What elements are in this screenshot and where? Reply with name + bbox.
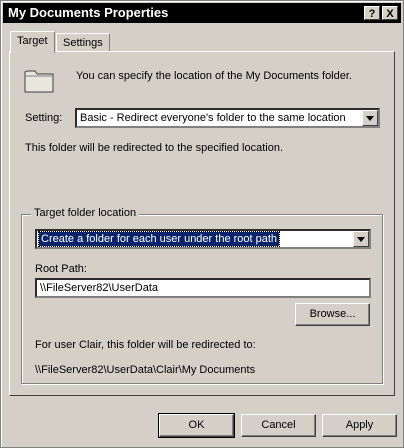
window-title: My Documents Properties: [8, 5, 169, 20]
target-option-dropdown[interactable]: Create a folder for each user under the …: [35, 229, 371, 249]
tab-target[interactable]: Target: [10, 31, 55, 53]
folder-icon: [24, 70, 54, 93]
target-option-value: Create a folder for each user under the …: [37, 231, 281, 247]
close-button[interactable]: X: [382, 6, 398, 20]
chevron-down-icon[interactable]: [353, 231, 369, 247]
setting-dropdown[interactable]: Basic - Redirect everyone's folder to th…: [75, 108, 380, 128]
help-button[interactable]: ?: [364, 6, 380, 20]
tab-settings-label: Settings: [63, 37, 103, 49]
dialog-window: My Documents Properties ? X Target Setti…: [0, 0, 404, 448]
browse-button[interactable]: Browse...: [295, 303, 370, 326]
root-path-label: Root Path:: [35, 263, 87, 275]
chevron-down-icon[interactable]: [362, 110, 378, 126]
setting-label: Setting:: [25, 112, 63, 124]
user-note-text: For user Clair, this folder will be redi…: [35, 339, 256, 351]
resolved-path-text: \\FileServer82\UserData\Clair\My Documen…: [35, 364, 256, 376]
setting-dropdown-value: Basic - Redirect everyone's folder to th…: [80, 112, 346, 124]
root-path-input[interactable]: \\FileServer82\UserData: [35, 278, 371, 298]
ok-button[interactable]: OK: [158, 413, 235, 438]
cancel-button[interactable]: Cancel: [241, 414, 316, 437]
redirect-info-text: This folder will be redirected to the sp…: [25, 142, 284, 154]
apply-button[interactable]: Apply: [322, 414, 397, 437]
intro-text: You can specify the location of the My D…: [76, 70, 352, 82]
tab-target-label: Target: [17, 35, 48, 47]
title-bar: My Documents Properties ? X: [3, 3, 401, 23]
tab-settings[interactable]: Settings: [56, 33, 110, 53]
target-folder-group-label: Target folder location: [31, 207, 140, 219]
